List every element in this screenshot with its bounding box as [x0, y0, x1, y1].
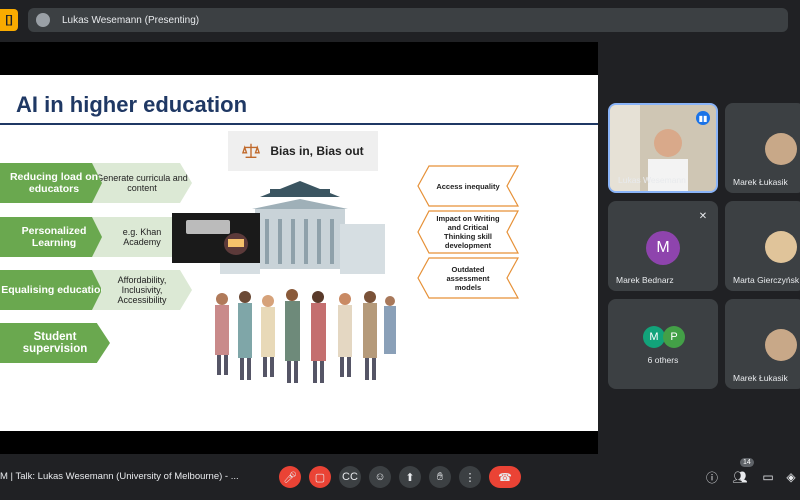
others-count-label: 6 others: [647, 355, 679, 365]
mic-off-icon[interactable]: 🎤︎: [279, 466, 301, 488]
people-icon[interactable]: 👥︎: [731, 468, 749, 486]
concern-item-2: Impact on Writing and Critical Thinking …: [417, 210, 519, 254]
concern-item-3: Outdated assessment models: [417, 257, 519, 299]
participant-tile[interactable]: Marek Łukasik: [725, 299, 800, 389]
bias-box: Bias in, Bias out: [228, 131, 378, 171]
benefit-label: Personalized Learning: [21, 225, 87, 249]
concern-label: Access inequality: [436, 181, 500, 191]
mic-off-icon: ✕: [698, 210, 708, 222]
concern-label: Impact on Writing and Critical Thinking …: [436, 214, 500, 250]
title-divider: [0, 123, 598, 125]
more-options-icon[interactable]: ⋮: [459, 466, 481, 488]
benefit-item-2: Personalized Learning: [0, 217, 108, 257]
speaking-icon: ▮▮: [696, 111, 710, 125]
participant-name: Marta Gierczyńsk: [733, 275, 800, 285]
present-icon[interactable]: ⬆: [399, 466, 421, 488]
raise-hand-icon[interactable]: ✋︎: [429, 466, 451, 488]
participant-tile-others[interactable]: M P 6 others: [608, 299, 718, 389]
participant-tile[interactable]: Marek Łukasik: [725, 103, 800, 193]
benefit-label: Equalising education: [1, 284, 107, 296]
activities-icon[interactable]: ◈: [782, 468, 800, 486]
shared-slide: AI in higher education Bias in, Bias out…: [0, 75, 598, 431]
benefit-label: Reducing load on educators: [9, 171, 99, 195]
concern-label: Outdated assessment models: [446, 264, 490, 292]
meeting-title: M | Talk: Lukas Wesemann (University of …: [0, 471, 239, 482]
chat-icon[interactable]: ▭: [759, 468, 777, 486]
benefit-detail-label: Generate curricula and content: [96, 173, 188, 193]
caption-popup[interactable]: [172, 213, 260, 263]
participant-avatar: M: [646, 231, 680, 265]
participant-name: Marek Bednarz: [616, 275, 674, 285]
benefit-detail-label: e.g. Khan Academy: [122, 227, 162, 247]
participant-name: Marek Łukasik: [733, 177, 788, 187]
presenter-banner[interactable]: Lukas Wesemann (Presenting): [28, 8, 788, 32]
benefit-item-1: Reducing load on educators: [0, 163, 108, 203]
presenter-label: Lukas Wesemann (Presenting): [62, 14, 200, 26]
info-icon[interactable]: ⓘ: [703, 468, 721, 486]
concern-item-1: Access inequality: [417, 165, 519, 207]
benefit-detail-3: Affordability, Inclusivity, Accessibilit…: [92, 270, 192, 310]
participant-tile[interactable]: Marta Gierczyńsk: [725, 201, 800, 291]
end-call-icon[interactable]: ☎︎: [489, 466, 521, 488]
participant-video-thumb: [765, 133, 797, 165]
top-bar: [] Lukas Wesemann (Presenting): [0, 0, 800, 40]
participant-video-thumb: [765, 329, 797, 361]
benefit-item-4: Student supervision: [0, 323, 110, 363]
participant-count-badge: 14: [740, 458, 754, 467]
camera-off-icon[interactable]: ▢: [309, 466, 331, 488]
participant-tile-speaker[interactable]: ▮▮ Lukas Wesemann: [608, 103, 718, 193]
app-logo-icon[interactable]: []: [0, 9, 18, 31]
emoji-icon[interactable]: ☺: [369, 466, 391, 488]
captions-icon[interactable]: CC: [339, 466, 361, 488]
benefit-item-3: Equalising education: [0, 270, 108, 310]
caption-popup-text: [186, 220, 230, 234]
scale-icon: [242, 143, 261, 158]
benefit-label: Student supervision: [22, 331, 88, 355]
participant-name: Lukas Wesemann: [618, 175, 686, 185]
benefit-detail-label: Affordability, Inclusivity, Accessibilit…: [117, 275, 167, 305]
participant-video-thumb: [765, 231, 797, 263]
participant-name: Marek Łukasik: [733, 373, 788, 383]
bias-box-label: Bias in, Bias out: [270, 144, 364, 158]
presenter-avatar: [36, 13, 50, 27]
slide-title: AI in higher education: [16, 92, 248, 117]
benefit-detail-1: Generate curricula and content: [92, 163, 192, 203]
participant-tile[interactable]: ✕ M Marek Bednarz: [608, 201, 718, 291]
participant-avatar: M: [643, 326, 665, 348]
participant-avatar: P: [663, 326, 685, 348]
caption-popup-badge: [228, 239, 244, 247]
